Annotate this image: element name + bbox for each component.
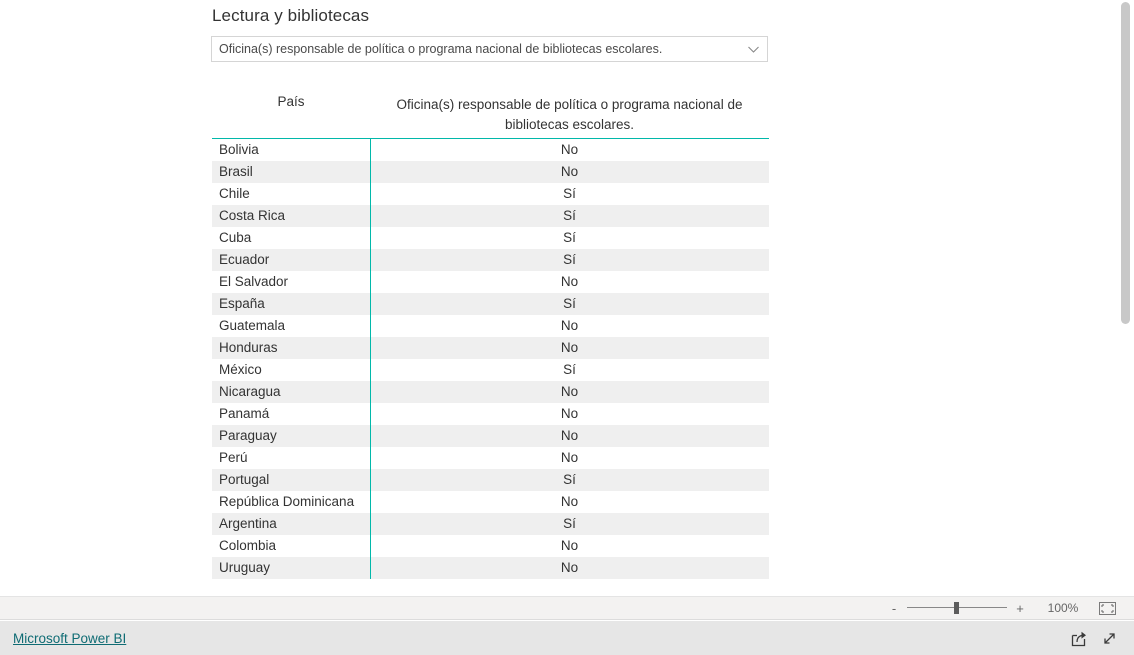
column-separator [370,138,371,579]
table-row[interactable]: España Sí [212,292,769,315]
cell-value: No [560,383,579,399]
cell-country: Perú [219,449,248,465]
cell-country: Panamá [219,405,270,421]
share-export-icon[interactable] [1064,626,1094,650]
table-row[interactable]: Guatemala No [212,315,769,337]
zoom-in-button[interactable]: + [1012,602,1028,615]
page-scrollbar-thumb[interactable] [1121,2,1130,324]
cell-country: Uruguay [219,559,271,575]
cell-value: No [560,317,579,333]
cell-value: No [560,163,579,179]
data-table: País Oficina(s) responsable de política … [212,92,769,579]
table-row[interactable]: Ecuador Sí [212,248,769,271]
table-header-row: País Oficina(s) responsable de política … [212,92,769,139]
cell-country: México [219,361,262,377]
cell-value: Sí [563,361,576,377]
zoom-out-button[interactable]: - [886,602,902,615]
cell-country: Honduras [219,339,278,355]
table-row[interactable]: Paraguay No [212,424,769,447]
page-scrollbar[interactable] [1117,0,1134,596]
zoom-slider[interactable] [907,600,1007,616]
column-header-office[interactable]: Oficina(s) responsable de política o pro… [370,95,769,134]
cell-value: No [560,141,579,157]
cell-country: Cuba [219,229,252,245]
cell-value: No [560,273,579,289]
cell-value: No [560,427,579,443]
cell-value: Sí [563,295,576,311]
cell-country: Costa Rica [219,207,286,223]
cell-value: No [560,339,579,355]
cell-country: Paraguay [219,427,277,443]
table-row[interactable]: Bolivia No [212,139,769,161]
fullscreen-expand-icon[interactable] [1094,626,1124,650]
table-row[interactable]: Argentina Sí [212,512,769,535]
table-row[interactable]: Costa Rica Sí [212,204,769,227]
table-row[interactable]: Chile Sí [212,183,769,205]
footer-actions [1064,626,1134,650]
table-row[interactable]: Brasil No [212,160,769,183]
cell-value: No [560,537,579,553]
report-canvas: Lectura y bibliotecas Oficina(s) respons… [0,0,1134,596]
table-row[interactable]: El Salvador No [212,271,769,293]
chevron-down-icon[interactable] [739,43,767,56]
table-row[interactable]: República Dominicana No [212,491,769,513]
slicer-dropdown[interactable]: Oficina(s) responsable de política o pro… [211,36,768,62]
cell-country: Chile [219,185,250,201]
cell-country: Bolivia [219,141,259,157]
cell-country: Argentina [219,515,277,531]
cell-country: Brasil [219,163,253,179]
zoom-level-label: 100% [1047,601,1079,615]
column-header-country[interactable]: País [212,92,370,135]
cell-country: República Dominicana [219,493,355,509]
cell-country: Colombia [219,537,277,553]
slicer-selected-value: Oficina(s) responsable de política o pro… [219,42,663,56]
table-row[interactable]: Perú No [212,447,769,469]
cell-country: Guatemala [219,317,286,333]
cell-country: España [219,295,265,311]
table-row[interactable]: Colombia No [212,535,769,557]
table-row[interactable]: Panamá No [212,403,769,425]
cell-country: Portugal [219,471,270,487]
cell-value: Sí [563,515,576,531]
zoom-toolbar: - + 100% [0,596,1134,620]
cell-value: No [560,493,579,509]
cell-value: Sí [563,251,576,267]
table-row[interactable]: México Sí [212,359,769,381]
zoom-slider-thumb[interactable] [954,602,959,614]
cell-value: Sí [563,229,576,245]
footer-bar: Microsoft Power BI [0,621,1134,655]
cell-value: No [560,405,579,421]
cell-value: Sí [563,207,576,223]
fit-to-page-icon[interactable] [1096,600,1118,616]
cell-country: Ecuador [219,251,270,267]
cell-country: Nicaragua [219,383,281,399]
cell-value: Sí [563,185,576,201]
table-row[interactable]: Nicaragua No [212,380,769,403]
cell-country: El Salvador [219,273,289,289]
table-row[interactable]: Cuba Sí [212,227,769,249]
table-body: Bolivia No Brasil No Chile Sí Costa Rica Sí Cuba… [212,138,769,579]
table-row[interactable]: Uruguay No [212,556,769,579]
cell-value: No [560,559,579,575]
table-row[interactable]: Portugal Sí [212,468,769,491]
cell-value: Sí [563,471,576,487]
table-row[interactable]: Honduras No [212,336,769,359]
cell-value: No [560,449,579,465]
page-title: Lectura y bibliotecas [212,6,370,25]
powerbi-brand-link[interactable]: Microsoft Power BI [13,631,126,646]
